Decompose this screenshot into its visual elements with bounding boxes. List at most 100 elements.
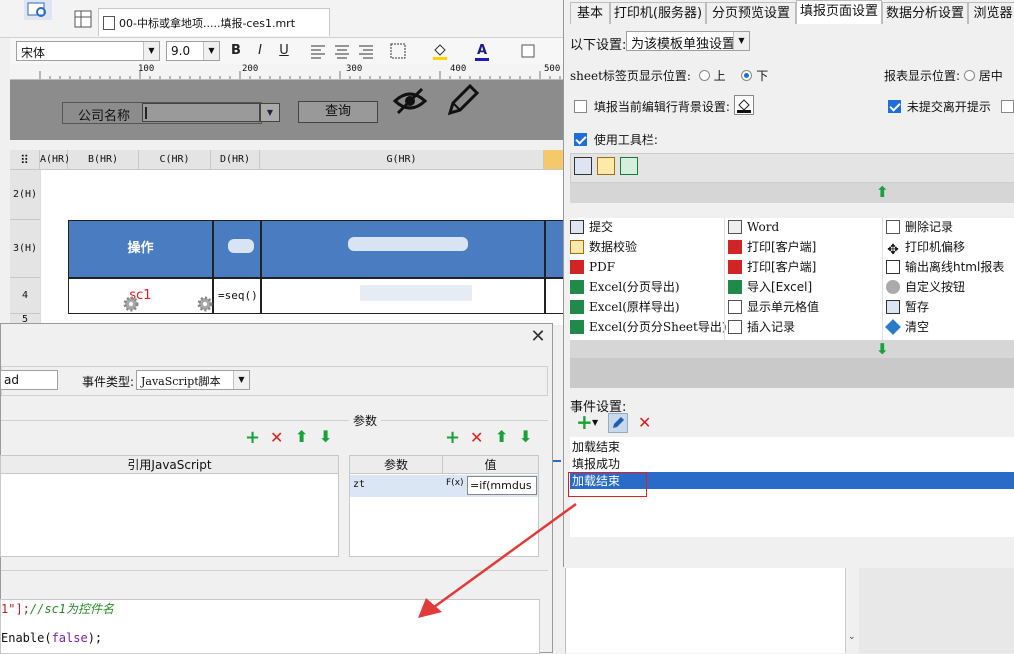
tool-submit[interactable]: 提交 xyxy=(570,218,613,237)
paint-bucket-icon[interactable] xyxy=(734,95,754,115)
delete-event-icon[interactable]: ✕ xyxy=(638,413,651,432)
tool-print-client[interactable]: 打印[客户端] xyxy=(728,238,816,257)
param-value-input[interactable]: =if(mmdus xyxy=(467,476,537,495)
company-input[interactable] xyxy=(142,103,260,122)
tool-pdf[interactable]: PDF xyxy=(570,258,615,277)
unsubmit-checkbox[interactable] xyxy=(888,100,901,113)
scope-select[interactable]: 为该模板单独设置 ▼ xyxy=(626,31,750,52)
fill-color-icon[interactable] xyxy=(430,41,450,61)
tool-insert-record[interactable]: 插入记录 xyxy=(728,318,795,337)
tool-delete-record[interactable]: 删除记录 xyxy=(886,218,953,237)
tab-fill-page[interactable]: 填报页面设置 xyxy=(796,0,882,24)
tool-printer-offset[interactable]: ✥ 打印机偏移 xyxy=(886,238,965,257)
move-param-up-icon[interactable]: ⬆ xyxy=(495,427,508,446)
add-icon[interactable]: + xyxy=(245,427,260,448)
move-up-icon[interactable]: ⬆ xyxy=(295,427,308,446)
add-event-icon[interactable]: + xyxy=(576,410,593,434)
move-param-down-icon[interactable]: ⬇ xyxy=(519,427,532,446)
save-icon[interactable] xyxy=(574,157,592,175)
chevron-down-icon[interactable]: ▼ xyxy=(592,418,598,427)
column-header[interactable]: C(HR) xyxy=(139,150,211,170)
event-name-input[interactable]: ad xyxy=(0,370,58,390)
seq-cell[interactable]: =seq() xyxy=(213,278,261,314)
close-icon[interactable]: ✕ xyxy=(529,328,547,346)
tool-excel-sheet[interactable]: Excel(分页分Sheet导出) xyxy=(570,318,727,337)
column-header[interactable]: B(HR) xyxy=(68,150,139,170)
query-button[interactable]: 查询 xyxy=(298,101,378,123)
use-toolbar-checkbox[interactable] xyxy=(574,133,587,146)
code-suffix: ); xyxy=(87,631,103,645)
tab-page-preview[interactable]: 分页预览设置 xyxy=(706,2,796,24)
tool-export-html[interactable]: 输出离线html报表 xyxy=(886,258,1004,277)
ref-js-table[interactable]: 引用JavaScript xyxy=(0,455,339,557)
company-dropdown-icon[interactable]: ▼ xyxy=(260,103,280,122)
edit-icon[interactable] xyxy=(597,157,615,175)
arrow-down-icon[interactable]: ⬇ xyxy=(876,340,889,358)
tab-browser[interactable]: 浏览器 xyxy=(968,2,1014,24)
column-header[interactable]: D(HR) xyxy=(211,150,260,170)
tab-printer[interactable]: 打印机(服务器) xyxy=(610,2,706,24)
header-cell-operation[interactable]: 操作 xyxy=(68,220,213,278)
delete-param-icon[interactable]: ✕ xyxy=(470,428,483,447)
tool-validate[interactable]: 数据校验 xyxy=(570,238,637,257)
tool-word[interactable]: Word xyxy=(728,218,779,237)
row-header[interactable]: 3(H) xyxy=(10,220,40,278)
scrollbar[interactable]: ⌄ xyxy=(845,568,859,653)
tool-import-excel[interactable]: 导入[Excel] xyxy=(728,278,812,297)
preview-icon[interactable] xyxy=(24,0,52,20)
align-center-icon[interactable] xyxy=(332,41,352,61)
move-down-icon[interactable]: ⬇ xyxy=(319,427,332,446)
event-type-select[interactable]: JavaScript脚本 ▼ xyxy=(136,370,250,390)
excel-icon[interactable] xyxy=(620,157,638,175)
tab-basic[interactable]: 基本 xyxy=(570,2,610,24)
param-row[interactable]: zt F(x) =if(mmdus xyxy=(350,475,538,497)
event-item[interactable]: 填报成功 xyxy=(570,455,1014,472)
file-tab[interactable]: 00-中标或拿地项.....填报-ces1.mrt xyxy=(98,8,330,36)
eye-off-icon[interactable] xyxy=(392,85,428,117)
tool-clear[interactable]: 清空 xyxy=(885,318,929,337)
more-icon[interactable] xyxy=(518,41,538,61)
tool-custom-button[interactable]: 自定义按钮 xyxy=(886,278,965,297)
tool-temp-save[interactable]: 暂存 xyxy=(886,298,929,317)
code-editor[interactable]: 1"];//sc1为控件名 Enable(false); xyxy=(0,599,540,654)
border-icon[interactable] xyxy=(388,41,408,61)
tool-show-cell-value[interactable]: 显示单元格值 xyxy=(728,298,819,317)
radio-down[interactable] xyxy=(741,70,753,81)
arrow-up-icon[interactable]: ⬆ xyxy=(876,183,889,201)
select-all-icon[interactable]: ⠿ xyxy=(10,150,40,170)
grid-icon[interactable] xyxy=(74,10,92,28)
fill-bg-checkbox[interactable] xyxy=(574,100,587,113)
bold-button[interactable]: B xyxy=(226,41,246,61)
underline-button[interactable]: U xyxy=(274,41,294,61)
row-header[interactable]: 2(H) xyxy=(10,170,40,220)
extra-checkbox[interactable] xyxy=(1000,100,1014,113)
header-cell[interactable] xyxy=(213,220,261,278)
tool-print-client-2[interactable]: 打印[客户端] xyxy=(728,258,816,277)
tool-excel-original[interactable]: Excel(原样导出) xyxy=(570,298,680,317)
radio-center[interactable] xyxy=(963,70,975,81)
font-name-select[interactable]: 宋体 ▼ xyxy=(16,41,160,61)
font-color-icon[interactable]: A xyxy=(472,41,492,61)
column-header-selected[interactable] xyxy=(544,150,565,170)
add-param-icon[interactable]: + xyxy=(445,427,460,448)
tool-excel-page[interactable]: Excel(分页导出) xyxy=(570,278,680,297)
edit-event-icon[interactable] xyxy=(608,413,628,433)
sc1-cell[interactable]: sc1 xyxy=(68,278,213,314)
delete-icon[interactable]: ✕ xyxy=(270,428,283,447)
radio-up[interactable] xyxy=(698,70,710,81)
fx-button[interactable]: F(x) xyxy=(446,478,464,488)
column-header[interactable]: G(HR) xyxy=(260,150,544,170)
header-cell[interactable] xyxy=(261,220,545,278)
column-header[interactable]: A(HR) xyxy=(40,150,70,170)
pencil-icon[interactable] xyxy=(444,83,480,117)
move-up-bar[interactable]: ⬆ xyxy=(570,183,1014,203)
tab-data-analysis[interactable]: 数据分析设置 xyxy=(882,2,968,24)
font-size-select[interactable]: 9.0 ▼ xyxy=(166,41,220,61)
event-item[interactable]: 加载结束 xyxy=(570,438,1014,455)
move-down-bar[interactable]: ⬇ xyxy=(570,340,1014,358)
italic-button[interactable]: I xyxy=(250,41,270,61)
data-cell[interactable] xyxy=(261,278,545,314)
align-left-icon[interactable] xyxy=(308,41,328,61)
row-header[interactable]: 4 xyxy=(10,278,40,314)
align-right-icon[interactable] xyxy=(356,41,376,61)
